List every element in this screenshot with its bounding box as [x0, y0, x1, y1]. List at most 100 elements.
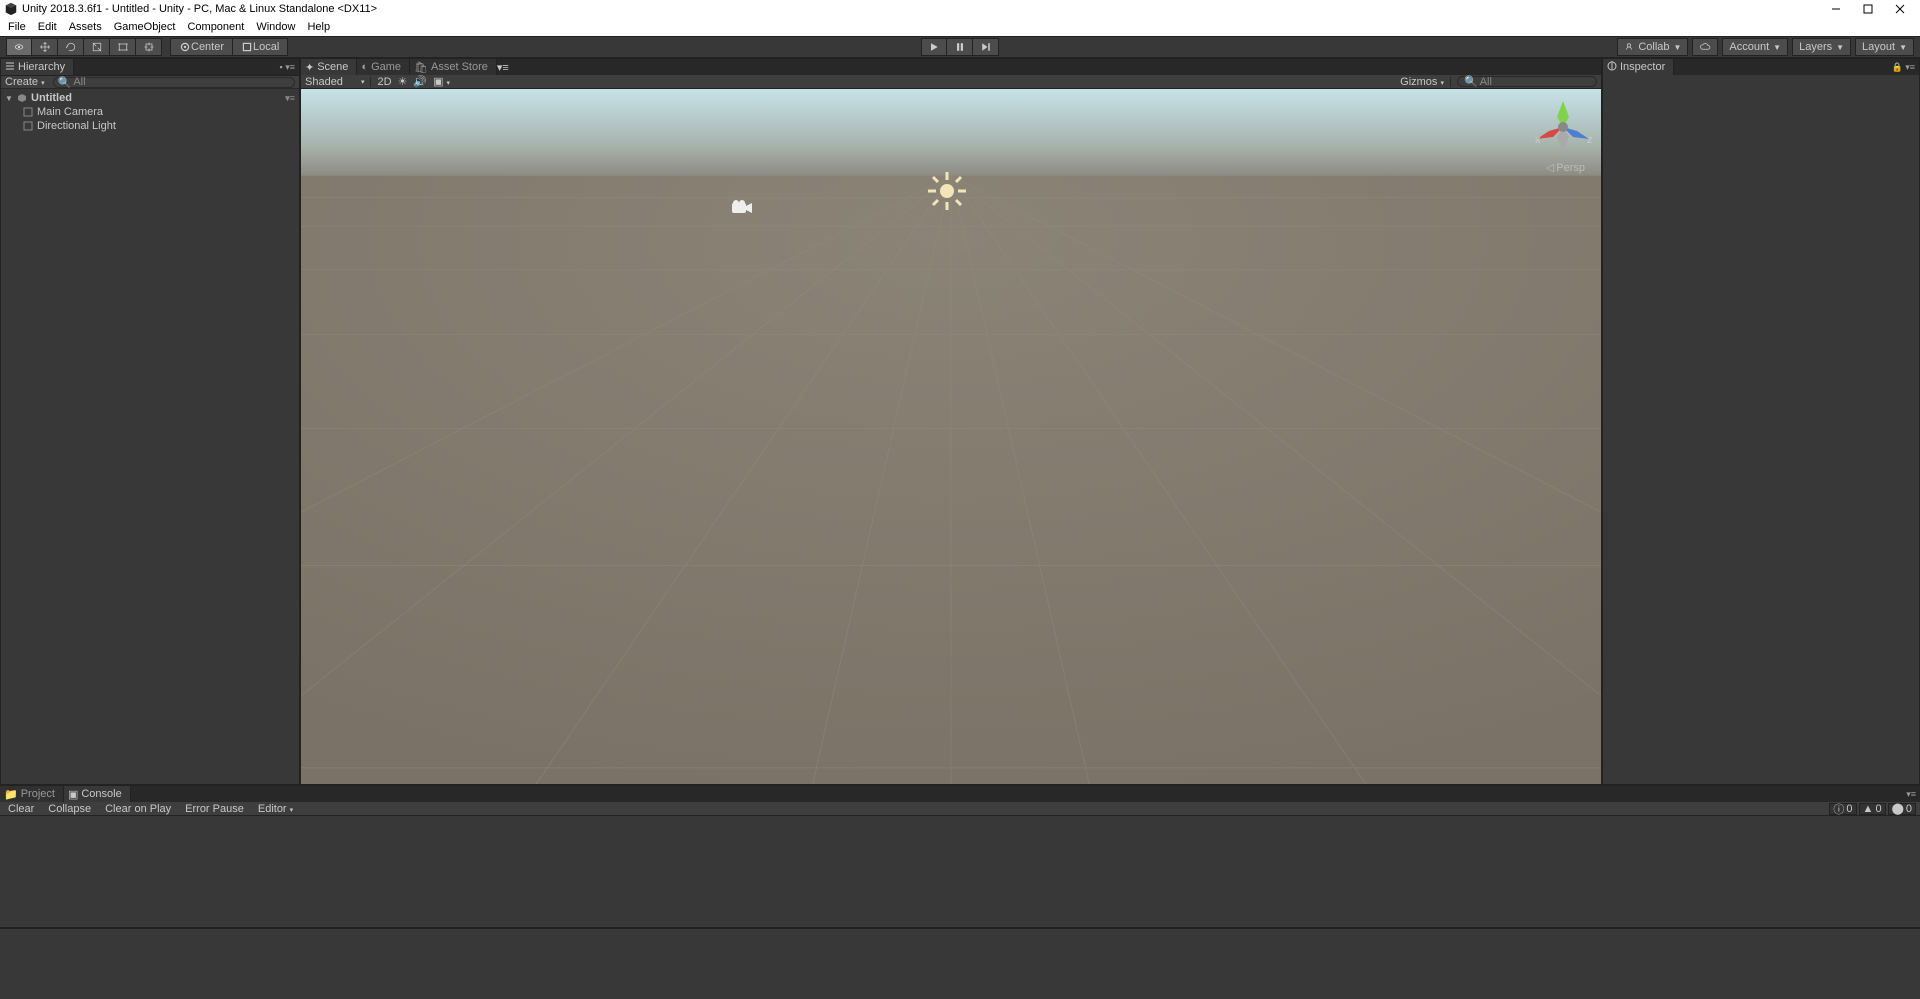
- unity-logo-icon: [4, 2, 18, 16]
- collab-dropdown[interactable]: Collab▼: [1617, 38, 1688, 56]
- game-tab-label: Game: [371, 61, 401, 73]
- tab-asset-store[interactable]: 🛍Asset Store: [410, 59, 497, 75]
- projection-label[interactable]: ◁Persp: [1546, 161, 1585, 174]
- menu-edit[interactable]: Edit: [32, 18, 63, 36]
- close-button[interactable]: [1884, 0, 1916, 18]
- create-dropdown[interactable]: Create ▾: [5, 76, 45, 88]
- menu-assets[interactable]: Assets: [63, 18, 108, 36]
- menu-component[interactable]: Component: [181, 18, 250, 36]
- move-tool-button[interactable]: [32, 38, 58, 56]
- hierarchy-tree[interactable]: ▼ Untitled ▾≡ Main Camera Directional Li…: [1, 89, 299, 784]
- scene-options-icon[interactable]: ▾≡: [285, 93, 299, 104]
- lighting-toggle-icon[interactable]: ☀: [398, 75, 408, 88]
- fx-toggle-icon[interactable]: ▣ ▾: [433, 75, 450, 88]
- layout-dropdown[interactable]: Layout ▼: [1855, 38, 1914, 56]
- chevron-down-icon: ▼: [1773, 43, 1781, 52]
- menu-help[interactable]: Help: [301, 18, 336, 36]
- directional-light-gizmo-icon[interactable]: [925, 169, 969, 216]
- pause-button[interactable]: [947, 38, 973, 56]
- game-icon: ◐: [361, 61, 368, 73]
- layers-dropdown[interactable]: Layers▼: [1792, 38, 1851, 56]
- scale-tool-button[interactable]: [84, 38, 110, 56]
- search-icon: 🔍: [58, 76, 72, 89]
- info-count[interactable]: ⓘ0: [1829, 803, 1856, 815]
- play-button[interactable]: [921, 38, 947, 56]
- inspector-panel: i Inspector 🔒 ▾≡: [1602, 58, 1920, 785]
- transform-tool-button[interactable]: [136, 38, 162, 56]
- scene-toolbar: Shaded▾ 2D ☀ 🔊 ▣ ▾ Gizmos ▾ 🔍All: [301, 75, 1601, 89]
- chevron-down-icon: ▼: [1899, 43, 1907, 52]
- pivot-label: Center: [191, 41, 224, 53]
- hand-tool-button[interactable]: [6, 38, 32, 56]
- item-label: Directional Light: [37, 120, 116, 132]
- svg-text:i: i: [1611, 61, 1613, 71]
- inspector-body: [1603, 75, 1919, 784]
- gizmos-dropdown[interactable]: Gizmos ▾: [1400, 76, 1444, 88]
- tab-game[interactable]: ◐Game: [357, 59, 410, 75]
- toolbar: Center Local Collab▼ Account▼ Layers▼ La…: [0, 36, 1920, 58]
- camera-gizmo-icon[interactable]: [730, 199, 754, 220]
- tab-console[interactable]: ▣Console: [64, 786, 131, 802]
- menu-window[interactable]: Window: [250, 18, 301, 36]
- hierarchy-item-camera[interactable]: Main Camera: [1, 105, 299, 119]
- tab-hierarchy[interactable]: Hierarchy: [1, 59, 74, 75]
- tab-scene[interactable]: ✦Scene: [301, 59, 357, 75]
- tab-inspector[interactable]: i Inspector: [1603, 59, 1674, 75]
- clear-on-play-toggle[interactable]: Clear on Play: [101, 803, 175, 815]
- error-pause-toggle[interactable]: Error Pause: [181, 803, 248, 815]
- warning-icon: ▲: [1863, 803, 1874, 815]
- error-count[interactable]: ⬤0: [1888, 803, 1916, 815]
- inspector-tab-bar: i Inspector 🔒 ▾≡: [1603, 59, 1919, 75]
- console-icon: ▣: [68, 788, 78, 801]
- panel-options[interactable]: 🔒 ▾≡: [1888, 62, 1919, 73]
- search-placeholder: All: [73, 76, 85, 88]
- space-label: Local: [253, 41, 279, 53]
- tab-project[interactable]: 📁Project: [0, 786, 64, 802]
- collapse-toggle[interactable]: Collapse: [44, 803, 95, 815]
- rect-tool-button[interactable]: [110, 38, 136, 56]
- project-tab-label: Project: [21, 788, 55, 800]
- chevron-down-icon: ▼: [1674, 43, 1682, 52]
- scene-row[interactable]: ▼ Untitled ▾≡: [1, 91, 299, 105]
- hierarchy-item-light[interactable]: Directional Light: [1, 119, 299, 133]
- info-icon: ⓘ: [1833, 801, 1844, 817]
- space-toggle[interactable]: Local: [233, 38, 288, 56]
- console-toolbar: Clear Collapse Clear on Play Error Pause…: [0, 802, 1920, 816]
- orientation-gizmo[interactable]: x z: [1533, 97, 1593, 157]
- hierarchy-search[interactable]: 🔍All: [53, 77, 295, 88]
- panel-options[interactable]: ▾≡: [497, 61, 509, 74]
- minimize-button[interactable]: [1820, 0, 1852, 18]
- panel-options[interactable]: ▪ ▾≡: [276, 62, 299, 73]
- console-log-list[interactable]: [0, 816, 1920, 927]
- scene-search[interactable]: 🔍All: [1457, 76, 1597, 87]
- account-dropdown[interactable]: Account▼: [1722, 38, 1788, 56]
- menu-gameobject[interactable]: GameObject: [108, 18, 182, 36]
- layout-label: Layout: [1862, 41, 1895, 53]
- step-button[interactable]: [973, 38, 999, 56]
- menu-file[interactable]: File: [2, 18, 32, 36]
- hierarchy-panel: Hierarchy ▪ ▾≡ Create ▾ 🔍All ▼ Untitled …: [0, 58, 300, 785]
- axis-x-label: x: [1535, 134, 1541, 146]
- cloud-button[interactable]: [1692, 38, 1718, 56]
- unity-scene-icon: [17, 93, 29, 103]
- 2d-toggle[interactable]: 2D: [377, 76, 391, 88]
- console-body: [0, 816, 1920, 999]
- menu-bar: File Edit Assets GameObject Component Wi…: [0, 18, 1920, 36]
- audio-toggle-icon[interactable]: 🔊: [413, 75, 427, 88]
- rotate-tool-button[interactable]: [58, 38, 84, 56]
- warning-count[interactable]: ▲0: [1859, 803, 1886, 815]
- layers-label: Layers: [1799, 41, 1832, 53]
- pivot-toggle[interactable]: Center: [170, 38, 233, 56]
- scene-tab-bar: ✦Scene ◐Game 🛍Asset Store ▾≡: [301, 59, 1601, 75]
- item-label: Main Camera: [37, 106, 103, 118]
- maximize-button[interactable]: [1852, 0, 1884, 18]
- panel-options[interactable]: ▾≡: [1902, 789, 1920, 800]
- editor-dropdown[interactable]: Editor ▾: [254, 803, 297, 815]
- clear-button[interactable]: Clear: [4, 803, 38, 815]
- shading-dropdown[interactable]: Shaded▾: [305, 76, 364, 88]
- store-icon: 🛍: [414, 61, 428, 74]
- scene-viewport[interactable]: x z ◁Persp: [301, 89, 1601, 784]
- scene-name: Untitled: [31, 92, 72, 104]
- hierarchy-toolbar: Create ▾ 🔍All: [1, 75, 299, 89]
- expand-arrow-icon[interactable]: ▼: [5, 94, 15, 103]
